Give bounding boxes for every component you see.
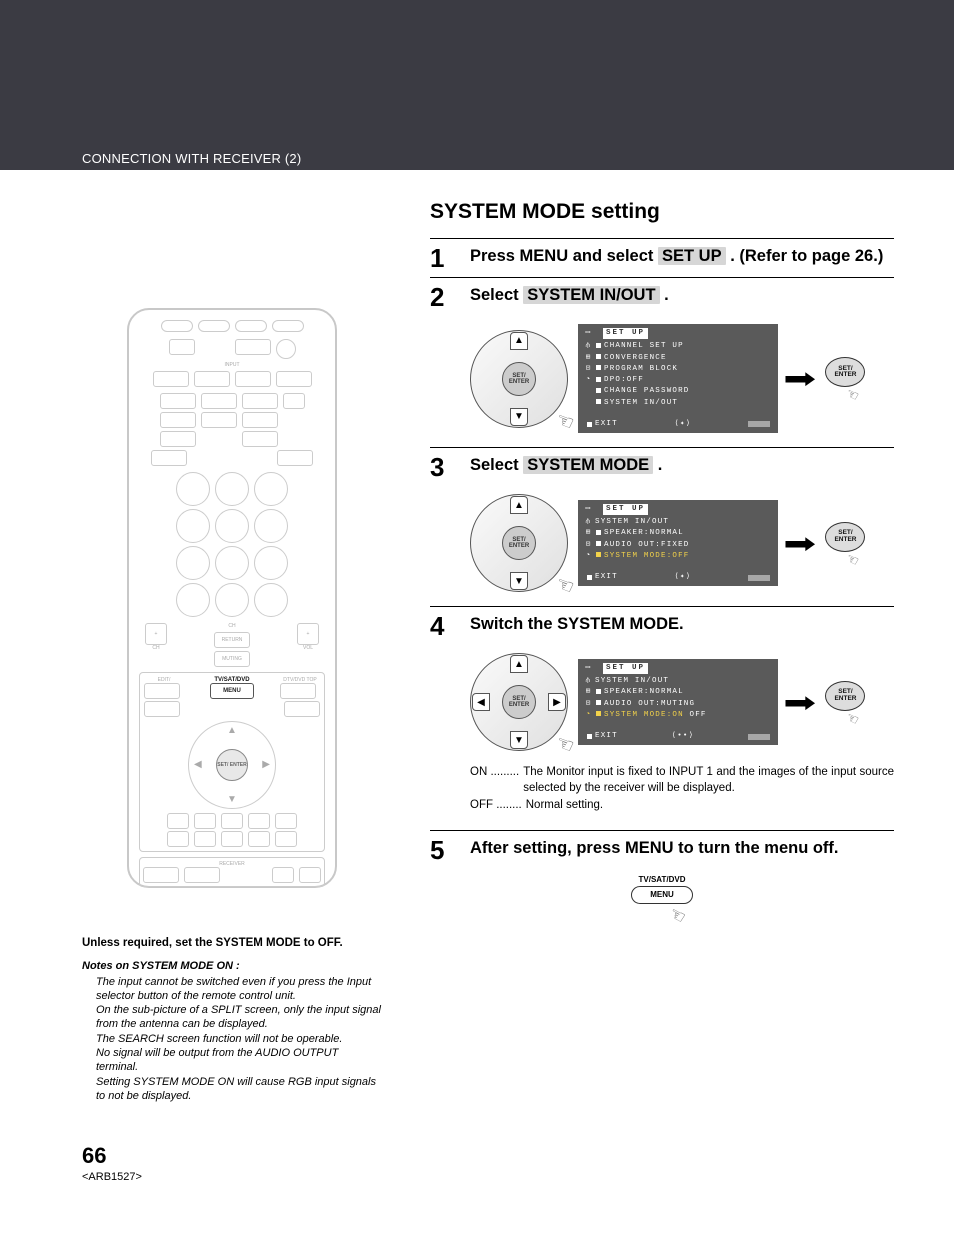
remote-illustration: INPUT +CH CHRETURNMUTING [82, 308, 382, 888]
remote-menu-section: EDIT/ TV/SAT/DVDMENU DTV/DVD TOP ▲ ▼ ◀ ▶… [139, 672, 325, 852]
remote-menu-button: MENU [210, 683, 254, 699]
step-5: 5 After setting, press MENU to turn the … [430, 831, 894, 869]
arrow-right-icon: ➡ [783, 527, 816, 560]
remote-body: INPUT +CH CHRETURNMUTING [127, 308, 337, 888]
remote-set-enter: SET/ ENTER [216, 749, 248, 781]
step-number: 5 [430, 837, 456, 863]
left-column: INPUT +CH CHRETURNMUTING [82, 200, 382, 1103]
step-2-graphics: ▲▼ SET/ ENTER ☜ ▭SET UP ⫛CHANNEL SET UP … [430, 316, 894, 447]
footer: 66 <ARB1527> [0, 1133, 954, 1209]
note-heading: Unless required, set the SYSTEM MODE to … [82, 936, 382, 952]
right-column: SYSTEM MODE setting 1 Press MENU and sel… [430, 200, 894, 1103]
hand-icon: ☜ [665, 902, 689, 928]
menu-button-mini: MENU [631, 886, 693, 904]
set-enter-mini: SET/ ENTER ☜ [821, 681, 869, 724]
arrow-right-icon: ➡ [783, 362, 816, 395]
note-subheading: Notes on SYSTEM MODE ON : [82, 960, 382, 972]
header-band: CONNECTION WITH RECEIVER (2) [0, 0, 954, 170]
set-enter-mini: SET/ ENTER ☜ [821, 357, 869, 400]
page-number: 66 [82, 1143, 954, 1169]
step-4: 4 Switch the SYSTEM MODE. [430, 607, 894, 645]
body: INPUT +CH CHRETURNMUTING [0, 170, 954, 1133]
remote-tvsatdvd-label: TV/SAT/DVD [189, 677, 275, 683]
remote-dpad: ▲ ▼ ◀ ▶ SET/ ENTER [188, 721, 276, 809]
step-text: Select SYSTEM IN/OUT . [470, 284, 894, 310]
step-text: Select SYSTEM MODE . [470, 454, 894, 480]
step-text: After setting, press MENU to turn the me… [470, 837, 894, 863]
osd-screen-mode: ▭SET UP ⫛SYSTEM IN/OUT ⊞SPEAKER:NORMAL ⊡… [578, 659, 778, 746]
step-3-graphics: ▲▼ SET/ ENTER ☜ ▭SET UP ⫛SYSTEM IN/OUT ⊞… [430, 486, 894, 606]
step-number: 1 [430, 245, 456, 271]
hand-icon: ☜ [552, 571, 577, 601]
page: CONNECTION WITH RECEIVER (2) INPUT [0, 0, 954, 1209]
mode-description: ON .........The Monitor input is fixed t… [430, 765, 894, 830]
osd-screen-inout: ▭SET UP ⫛SYSTEM IN/OUT ⊞SPEAKER:NORMAL ⊡… [578, 500, 778, 587]
step-number: 4 [430, 613, 456, 639]
step-1: 1 Press MENU and select SET UP . (Refer … [430, 239, 894, 277]
tvsatdvd-label: TV/SAT/DVD [639, 875, 686, 884]
system-inout-highlight: SYSTEM IN/OUT [523, 286, 659, 304]
hand-icon: ☜ [843, 385, 862, 406]
joystick-icon: ▲▼ ◀▶ SET/ ENTER ☜ [470, 653, 568, 751]
section-title: CONNECTION WITH RECEIVER (2) [82, 151, 954, 166]
hand-icon: ☜ [843, 549, 862, 570]
main-title: SYSTEM MODE setting [430, 200, 894, 224]
hand-icon: ☜ [843, 708, 862, 729]
step-text: Switch the SYSTEM MODE. [470, 613, 894, 639]
step-2: 2 Select SYSTEM IN/OUT . [430, 278, 894, 316]
step-4-graphics: ▲▼ ◀▶ SET/ ENTER ☜ ▭SET UP ⫛SYSTEM IN/OU… [430, 645, 894, 765]
setup-highlight: SET UP [658, 247, 726, 265]
step-text: Press MENU and select SET UP . (Refer to… [470, 245, 894, 271]
menu-button-illustration: TV/SAT/DVD MENU ☜ [602, 875, 722, 925]
document-code: <ARB1527> [82, 1171, 954, 1183]
system-mode-highlight: SYSTEM MODE [523, 456, 653, 474]
joystick-icon: ▲▼ SET/ ENTER ☜ [470, 494, 568, 592]
step-number: 2 [430, 284, 456, 310]
note-body: The input cannot be switched even if you… [82, 975, 382, 1104]
osd-screen-setup: ▭SET UP ⫛CHANNEL SET UP ⊞CONVERGENCE ⊡PR… [578, 324, 778, 433]
hand-icon: ☜ [552, 730, 577, 760]
arrow-right-icon: ➡ [783, 686, 816, 719]
step-number: 3 [430, 454, 456, 480]
joystick-icon: ▲▼ SET/ ENTER ☜ [470, 330, 568, 428]
set-enter-mini: SET/ ENTER ☜ [821, 522, 869, 565]
step-3: 3 Select SYSTEM MODE . [430, 448, 894, 486]
